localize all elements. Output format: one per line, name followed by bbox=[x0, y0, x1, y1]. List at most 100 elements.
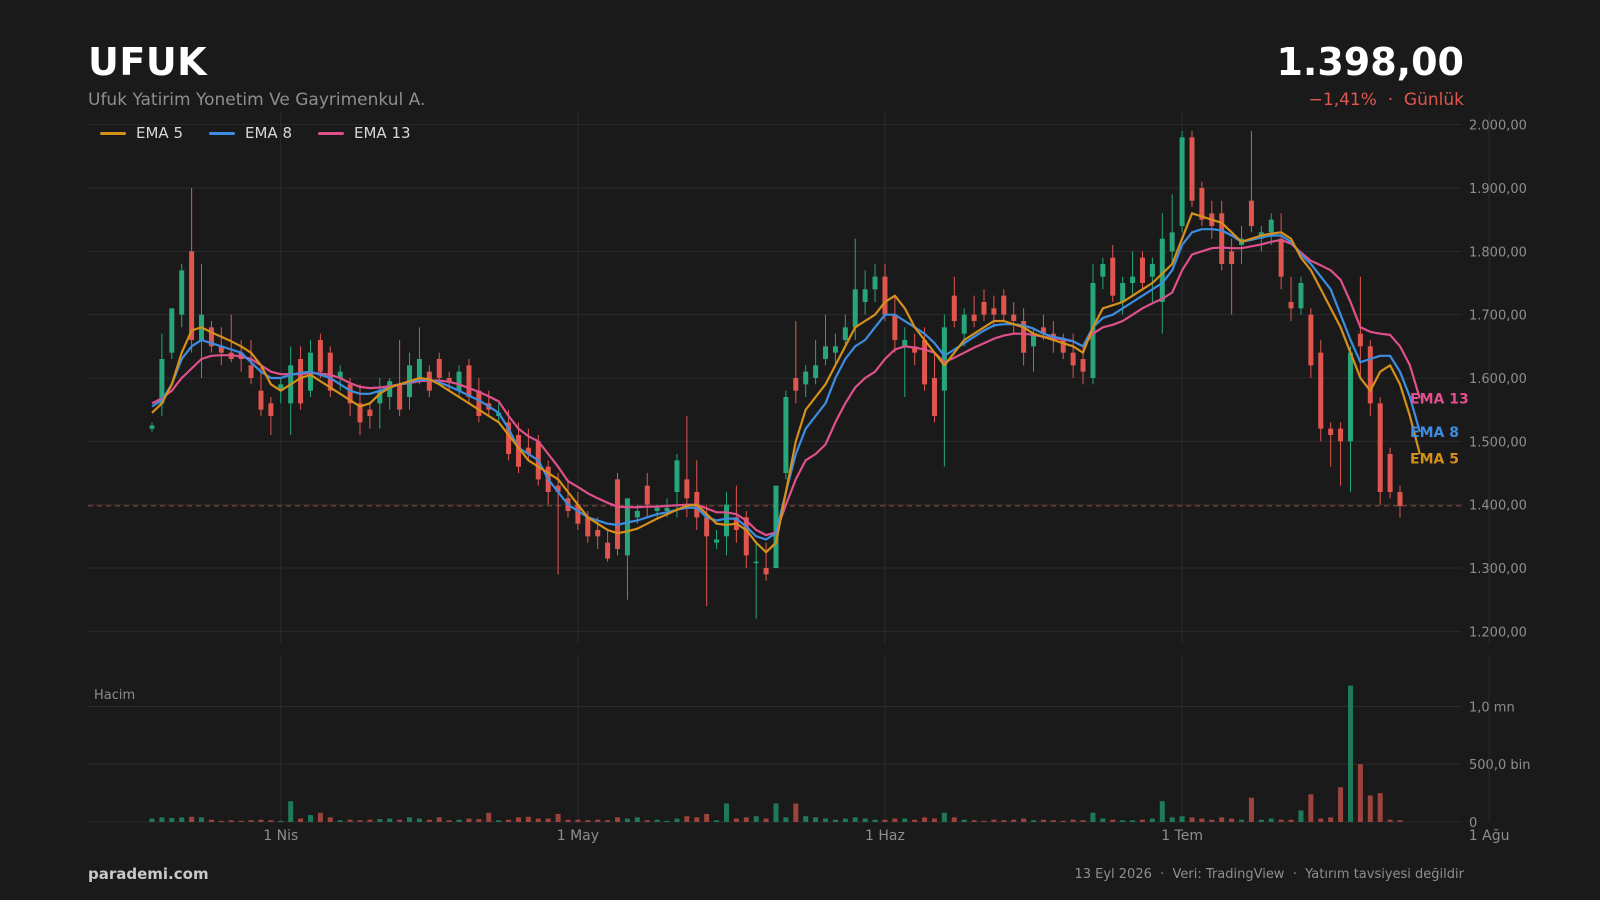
volume-bar bbox=[1179, 816, 1185, 822]
volume-bar bbox=[981, 820, 987, 822]
ema5-end-label: EMA 5 bbox=[1410, 451, 1459, 467]
volume-bar bbox=[852, 817, 858, 822]
volume-bar bbox=[337, 820, 343, 822]
volume-bar bbox=[1278, 819, 1284, 822]
volume-bar bbox=[436, 817, 442, 822]
volume-bar bbox=[159, 817, 165, 822]
volume-bar bbox=[773, 803, 779, 822]
legend-label-ema8: EMA 8 bbox=[245, 124, 292, 142]
volume-bar bbox=[684, 816, 690, 822]
candle-body bbox=[971, 314, 977, 321]
candle-body bbox=[981, 302, 987, 315]
volume-bar bbox=[1209, 819, 1215, 822]
legend-swatch-ema8 bbox=[209, 131, 235, 135]
volume-bar bbox=[298, 818, 304, 822]
price-tick-label: 1.900,00 bbox=[1469, 182, 1527, 197]
volume-bar bbox=[595, 819, 601, 822]
volume-bar bbox=[1031, 820, 1037, 822]
candle-body bbox=[1347, 352, 1353, 442]
volume-bar bbox=[991, 819, 997, 822]
candle-body bbox=[951, 295, 957, 321]
candle-body bbox=[1219, 213, 1225, 264]
candle-body bbox=[1318, 352, 1324, 429]
volume-bar bbox=[387, 818, 393, 822]
volume-bar bbox=[1387, 819, 1393, 822]
candle-body bbox=[149, 425, 155, 429]
candle-body bbox=[862, 289, 868, 302]
candle-body bbox=[595, 530, 601, 537]
volume-bar bbox=[555, 813, 561, 822]
candle-body bbox=[931, 378, 937, 416]
volume-bar bbox=[1367, 795, 1373, 822]
candle-body bbox=[644, 485, 650, 505]
candle-body bbox=[872, 276, 878, 290]
volume-bar bbox=[218, 820, 224, 822]
volume-bar bbox=[694, 817, 700, 822]
candle-body bbox=[892, 314, 898, 340]
candle-body bbox=[684, 479, 690, 499]
volume-bar bbox=[971, 820, 977, 822]
volume-bar bbox=[803, 816, 809, 822]
volume-bar bbox=[317, 812, 323, 822]
volume-bar bbox=[1357, 764, 1363, 822]
ema8-end-label: EMA 8 bbox=[1410, 425, 1459, 441]
candle-body bbox=[1229, 251, 1235, 264]
volume-bar bbox=[169, 817, 175, 822]
volume-bar bbox=[862, 818, 868, 822]
footer-meta: 13 Eyl 2026 · Veri: TradingView · Yatırı… bbox=[1074, 867, 1464, 882]
price-tick-label: 1.500,00 bbox=[1469, 435, 1527, 450]
volume-bar bbox=[1338, 787, 1344, 822]
price-tick-label: 1.200,00 bbox=[1469, 625, 1527, 640]
volume-bar bbox=[288, 801, 294, 822]
volume-bar bbox=[565, 819, 571, 822]
date-tick-label: 1 Tem bbox=[1161, 828, 1203, 844]
legend-swatch-ema13 bbox=[318, 131, 344, 135]
candle-body bbox=[1357, 333, 1363, 347]
legend-item-ema8: EMA 8 bbox=[209, 124, 292, 142]
volume-bar bbox=[644, 820, 650, 822]
volume-bar bbox=[733, 818, 739, 822]
footer-source: Veri: TradingView bbox=[1172, 867, 1285, 882]
volume-bar bbox=[654, 819, 660, 822]
volume-bar bbox=[327, 817, 333, 822]
volume-bar bbox=[515, 817, 521, 822]
volume-bar bbox=[1239, 819, 1245, 822]
candle-body bbox=[832, 346, 838, 353]
volume-bar bbox=[823, 818, 829, 822]
candle-body bbox=[783, 397, 789, 473]
candle-body bbox=[1169, 232, 1175, 252]
volume-bar bbox=[397, 819, 403, 822]
price-tick-label: 1.600,00 bbox=[1469, 372, 1527, 387]
volume-bar bbox=[1040, 819, 1046, 822]
date-tick-label: 1 Ağu bbox=[1469, 828, 1510, 844]
volume-bar bbox=[278, 820, 284, 822]
candle-body bbox=[823, 346, 829, 359]
volume-bar bbox=[1199, 818, 1205, 822]
candle-body bbox=[654, 507, 660, 511]
candle-body bbox=[1179, 137, 1185, 226]
candle-body bbox=[327, 352, 333, 391]
candle-body bbox=[605, 542, 611, 559]
candle-body bbox=[1248, 200, 1254, 226]
volume-bar bbox=[456, 819, 462, 822]
candle-body bbox=[615, 479, 621, 549]
candle-body bbox=[416, 359, 422, 378]
volume-bar bbox=[872, 819, 878, 822]
candle-body bbox=[1070, 352, 1076, 366]
volume-bar bbox=[1149, 818, 1155, 822]
volume-bar bbox=[525, 816, 531, 822]
volume-bar bbox=[486, 812, 492, 822]
volume-bar bbox=[258, 819, 264, 822]
candle-body bbox=[397, 384, 403, 410]
volume-bar bbox=[723, 803, 729, 822]
candle-body bbox=[1367, 346, 1373, 404]
candle-body bbox=[268, 403, 274, 416]
footer-sep-1: · bbox=[1160, 867, 1165, 882]
candle-body bbox=[248, 365, 254, 378]
volume-bar bbox=[476, 819, 482, 822]
volume-bar bbox=[238, 820, 244, 822]
candle-body bbox=[723, 504, 729, 537]
volume-bar bbox=[1397, 820, 1403, 822]
date-tick-label: 1 Haz bbox=[865, 828, 905, 844]
candle-body bbox=[456, 371, 462, 391]
